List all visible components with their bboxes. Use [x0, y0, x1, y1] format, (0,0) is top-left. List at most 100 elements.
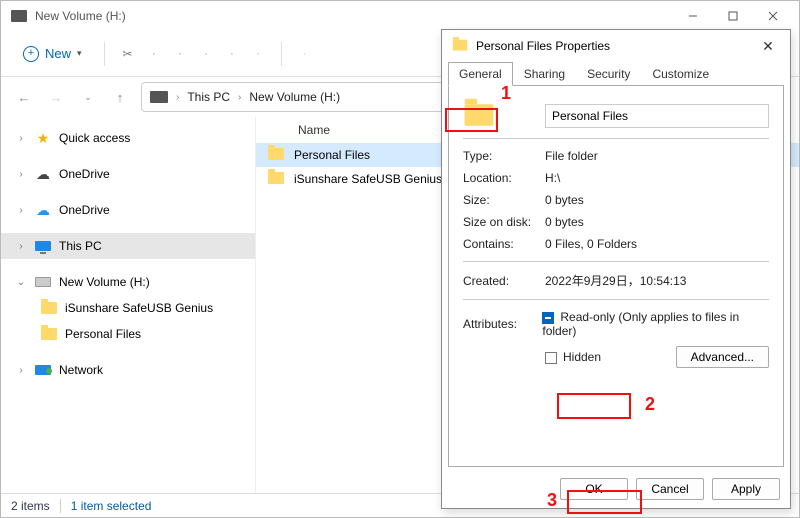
- tab-label: Security: [587, 67, 630, 81]
- folder-icon: [453, 39, 467, 53]
- folder-icon: [41, 300, 57, 316]
- drive-icon: [150, 91, 168, 103]
- sidebar-item-label: iSunshare SafeUSB Genius: [65, 301, 213, 315]
- label-created: Created:: [463, 274, 545, 288]
- close-button[interactable]: ✕: [754, 38, 782, 55]
- chevron-right-icon: ›: [176, 92, 179, 103]
- recent-dropdown-icon[interactable]: ⌄: [77, 92, 99, 103]
- properties-title: Personal Files Properties: [476, 39, 746, 53]
- sidebar-item-quick-access[interactable]: › ★ Quick access: [1, 125, 255, 151]
- window-controls: [673, 1, 793, 31]
- properties-tabs: General Sharing Security Customize: [442, 62, 790, 86]
- ok-button[interactable]: OK: [560, 478, 628, 500]
- label-location: Location:: [463, 171, 545, 185]
- up-button[interactable]: ↑: [109, 90, 131, 105]
- window-title: New Volume (H:): [35, 9, 673, 23]
- new-button-label: New: [45, 46, 71, 61]
- star-icon: ★: [35, 130, 51, 146]
- apply-button[interactable]: Apply: [712, 478, 780, 500]
- list-item-label: Personal Files: [294, 148, 370, 162]
- cloud-outline-icon: ☁: [35, 166, 51, 182]
- hidden-checkbox[interactable]: Hidden: [545, 350, 601, 364]
- sidebar-item-network[interactable]: › Network: [1, 357, 255, 383]
- label-size-on-disk: Size on disk:: [463, 215, 545, 229]
- cancel-button[interactable]: Cancel: [636, 478, 704, 500]
- delete-icon[interactable]: [249, 45, 267, 63]
- advanced-button[interactable]: Advanced...: [676, 346, 769, 368]
- chevron-right-icon: ›: [15, 169, 27, 180]
- folder-name-input[interactable]: [545, 104, 769, 128]
- forward-button[interactable]: →: [45, 90, 67, 105]
- sidebar-item-onedrive-local[interactable]: › ☁ OneDrive: [1, 161, 255, 187]
- chevron-down-icon: ▾: [77, 48, 82, 59]
- share-icon[interactable]: [223, 45, 241, 63]
- folder-icon: [268, 172, 284, 187]
- folder-icon: [268, 148, 284, 163]
- sidebar-item-onedrive-cloud[interactable]: › ☁ OneDrive: [1, 197, 255, 223]
- plus-icon: +: [23, 46, 39, 62]
- checkbox-empty-icon: [545, 352, 557, 364]
- back-button[interactable]: ←: [13, 90, 35, 105]
- folder-icon: [41, 326, 57, 342]
- paste-icon[interactable]: [171, 45, 189, 63]
- status-separator: [60, 499, 61, 513]
- sidebar-item-label: Network: [59, 363, 103, 377]
- sidebar-item-volume[interactable]: ⌄ New Volume (H:): [1, 269, 255, 295]
- sidebar-item-label: New Volume (H:): [59, 275, 150, 289]
- dialog-buttons: OK Cancel Apply: [560, 478, 780, 500]
- toolbar-separator: [104, 42, 105, 66]
- status-selected-count: 1 item selected: [71, 499, 152, 513]
- nav-arrows: ← → ⌄ ↑: [11, 90, 133, 105]
- list-item-label: iSunshare SafeUSB Genius: [294, 172, 442, 186]
- tab-label: Sharing: [524, 67, 565, 81]
- label-contains: Contains:: [463, 237, 545, 251]
- sidebar-item-child[interactable]: iSunshare SafeUSB Genius: [1, 295, 255, 321]
- breadcrumb-root[interactable]: This PC: [187, 90, 230, 104]
- sidebar: › ★ Quick access › ☁ OneDrive › ☁ OneDri…: [1, 117, 256, 493]
- copy-icon[interactable]: [145, 45, 163, 63]
- rename-icon[interactable]: [197, 45, 215, 63]
- value-created: 2022年9月29日，10:54:13: [545, 272, 686, 289]
- tab-sharing[interactable]: Sharing: [513, 62, 576, 86]
- tab-security[interactable]: Security: [576, 62, 641, 86]
- titlebar: New Volume (H:): [1, 1, 799, 31]
- tab-general[interactable]: General: [448, 62, 513, 86]
- close-button[interactable]: [753, 1, 793, 31]
- monitor-icon: [35, 238, 51, 254]
- toolbar-separator: [281, 42, 282, 66]
- sidebar-item-this-pc[interactable]: › This PC: [1, 233, 255, 259]
- sidebar-item-child[interactable]: Personal Files: [1, 321, 255, 347]
- tab-customize[interactable]: Customize: [641, 62, 720, 86]
- column-name[interactable]: Name: [298, 123, 330, 137]
- tab-label: General: [459, 67, 502, 81]
- maximize-button[interactable]: [713, 1, 753, 31]
- sidebar-item-label: Quick access: [59, 131, 130, 145]
- sidebar-item-label: Personal Files: [65, 327, 141, 341]
- properties-dialog: Personal Files Properties ✕ General Shar…: [441, 29, 791, 509]
- readonly-checkbox[interactable]: Read-only (Only applies to files in fold…: [542, 310, 769, 338]
- minimize-button[interactable]: [673, 1, 713, 31]
- label-type: Type:: [463, 149, 545, 163]
- chevron-right-icon: ›: [15, 133, 27, 144]
- chevron-down-icon: ⌄: [15, 277, 27, 288]
- tab-panel-general: Type:File folder Location:H:\ Size:0 byt…: [448, 85, 784, 467]
- breadcrumb-segment[interactable]: New Volume (H:): [249, 90, 340, 104]
- label-size: Size:: [463, 193, 545, 207]
- chevron-right-icon: ›: [238, 92, 241, 103]
- new-button[interactable]: + New ▾: [15, 42, 90, 66]
- chevron-right-icon: ›: [15, 241, 27, 252]
- cut-icon[interactable]: ✂: [119, 45, 137, 63]
- network-icon: [35, 362, 51, 378]
- value-contains: 0 Files, 0 Folders: [545, 237, 637, 251]
- label-attributes: Attributes:: [463, 317, 542, 331]
- tab-label: Customize: [652, 67, 709, 81]
- drive-icon: [35, 274, 51, 290]
- sort-icon[interactable]: [296, 45, 314, 63]
- folder-large-icon: [463, 109, 545, 124]
- readonly-label: Read-only (Only applies to files in fold…: [542, 310, 739, 338]
- drive-volume-icon: [11, 10, 27, 22]
- address-bar[interactable]: › This PC › New Volume (H:) ⌄: [141, 82, 461, 112]
- chevron-right-icon: ›: [15, 205, 27, 216]
- properties-titlebar[interactable]: Personal Files Properties ✕: [442, 30, 790, 62]
- sidebar-item-label: This PC: [59, 239, 102, 253]
